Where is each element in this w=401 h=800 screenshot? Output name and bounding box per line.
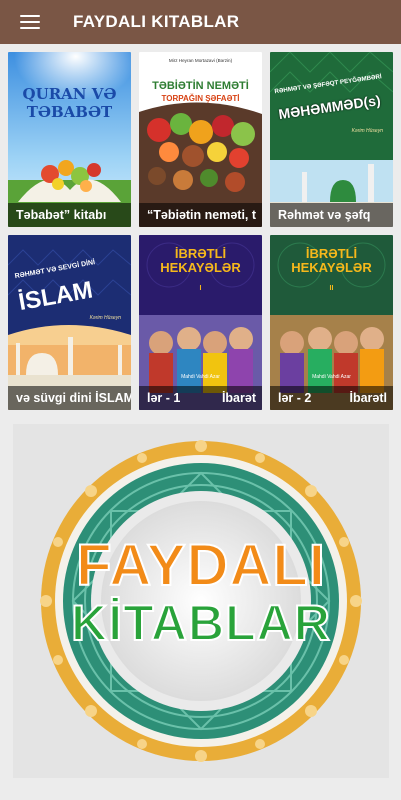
- banner-title-line1: FAYDALI: [75, 532, 326, 599]
- cover-title-line1: TƏBİƏTİN NEMƏTİ: [152, 80, 249, 92]
- cover-author: Kərim Hüseyn: [89, 315, 121, 321]
- book-cover-image: [8, 52, 131, 227]
- cover-author: Mirz Heyran Mortazavi (Bərzin): [168, 58, 233, 63]
- hamburger-menu-icon: [20, 11, 40, 32]
- book-card-quran-tababat[interactable]: QURAN VƏ TƏBABƏT Təbabət” kitabı: [8, 52, 131, 227]
- book-caption: Təbabət” kitabı: [8, 203, 131, 227]
- cover-title: QURAN VƏ TƏBABƏT: [22, 85, 117, 121]
- book-caption: lər - 1 İbarət: [139, 386, 262, 410]
- book-card-tabiatin-nemati[interactable]: Mirz Heyran Mortazavi (Bərzin) TƏBİƏTİN …: [139, 52, 262, 227]
- cover-title: İBRƏTLİ HEKAYƏLƏR: [160, 246, 241, 275]
- book-caption: “Təbiətin neməti, t: [139, 203, 262, 227]
- book-cover-image: [139, 52, 262, 227]
- book-card-rahmat-peygambari[interactable]: RƏHMƏT VƏ ŞƏFƏQT PEYĞƏMBƏRİ MƏHƏMMƏD(s) …: [270, 52, 393, 227]
- app-title: FAYDALI KITABLAR: [73, 12, 240, 31]
- cover-title-line2: TORPAĞIN ŞƏFAƏTİ: [161, 94, 240, 103]
- cover-author: Kərim Hüseyn: [351, 128, 383, 134]
- book-card-islam[interactable]: RƏHMƏT VƏ SEVGİ DİNİ İSLAM Kərim Hüseyn …: [8, 235, 131, 410]
- cover-volume: II: [329, 285, 334, 292]
- cover-author: Mahdi Vahdi Azar: [181, 374, 220, 380]
- book-caption: lər - 2 İbarətl: [270, 386, 393, 410]
- cover-title: İBRƏTLİ HEKAYƏLƏR: [291, 246, 372, 275]
- book-card-ibratli-hekayalar-2[interactable]: İBRƏTLİ HEKAYƏLƏR II Mahdi Vahdi Azar lər…: [270, 235, 393, 410]
- book-caption: Rəhmət və şəfq: [270, 203, 393, 227]
- cover-volume: I: [199, 285, 202, 292]
- cover-author: Mahdi Vahdi Azar: [312, 374, 351, 380]
- app-banner: FAYDALI KİTABLAR: [13, 424, 389, 778]
- book-card-ibratli-hekayalar-1[interactable]: İBRƏTLİ HEKAYƏLƏR I Mahdi Vahdi Azar lər …: [139, 235, 262, 410]
- banner-title-line2: KİTABLAR: [70, 594, 331, 652]
- book-caption: və süvgi dini İSLAM: [8, 386, 131, 410]
- menu-button[interactable]: [0, 0, 60, 44]
- app-bar: FAYDALI KITABLAR: [0, 0, 401, 44]
